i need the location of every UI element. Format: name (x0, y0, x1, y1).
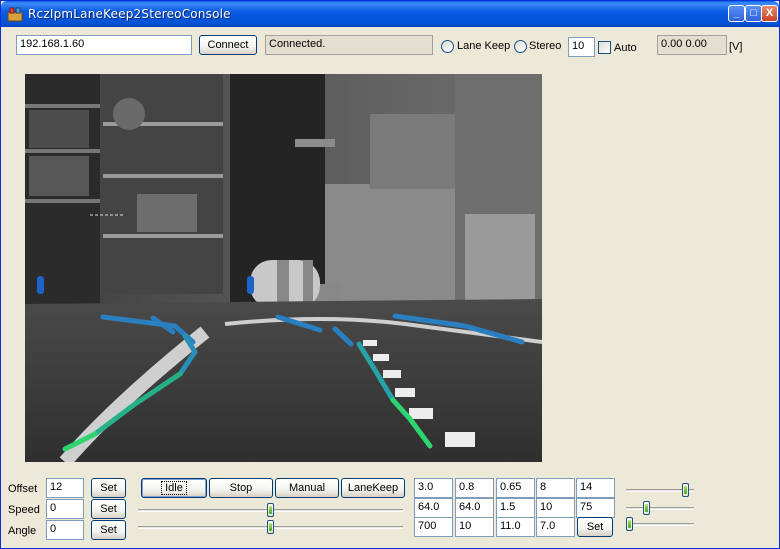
manual-button[interactable]: Manual (275, 478, 339, 498)
param-r1-c3[interactable]: 0.65 (496, 478, 535, 498)
close-button[interactable]: X (761, 5, 778, 22)
param-r2-c5[interactable]: 75 (576, 498, 615, 518)
param-slider-1[interactable] (626, 483, 694, 497)
speed-set-button[interactable]: Set (91, 499, 126, 519)
offset-label: Offset (8, 483, 38, 495)
minimize-button[interactable]: _ (728, 5, 745, 22)
lane-keep-label: Lane Keep (457, 40, 511, 52)
speed-label: Speed (8, 504, 40, 516)
param-slider-3[interactable] (626, 517, 694, 531)
param-r3-c1[interactable]: 700 (414, 517, 453, 537)
app-window: RczIpmLaneKeep2StereoConsole _ □ X 192.1… (0, 0, 780, 549)
angle-slider[interactable] (138, 520, 403, 534)
stereo-radio[interactable] (514, 40, 527, 53)
param-r2-c1[interactable]: 64.0 (414, 498, 453, 518)
frame-count-input[interactable]: 10 (568, 37, 595, 57)
connection-status: Connected. (265, 35, 433, 55)
maximize-button[interactable]: □ (745, 5, 762, 22)
ip-address-input[interactable]: 192.168.1.60 (16, 35, 192, 55)
offset-input[interactable]: 12 (46, 478, 84, 498)
window-title: RczIpmLaneKeep2StereoConsole (28, 7, 231, 21)
offset-set-button[interactable]: Set (91, 478, 126, 498)
param-r1-c5[interactable]: 14 (576, 478, 615, 498)
angle-input[interactable]: 0 (46, 520, 84, 540)
param-slider-2[interactable] (626, 501, 694, 515)
speed-input[interactable]: 0 (46, 499, 84, 519)
app-icon (7, 7, 23, 22)
angle-label: Angle (8, 525, 37, 537)
voltage-unit: [V] (729, 41, 743, 53)
param-r3-c2[interactable]: 10 (455, 517, 494, 537)
param-r2-c4[interactable]: 10 (536, 498, 575, 518)
param-r3-c4[interactable]: 7.0 (536, 517, 575, 537)
lanekeep-button[interactable]: LaneKeep (341, 478, 405, 498)
angle-slider-thumb[interactable] (267, 520, 274, 534)
connect-button[interactable]: Connect (199, 35, 257, 55)
voltage-readout: 0.00 0.00 (657, 35, 727, 55)
angle-set-button[interactable]: Set (91, 520, 126, 540)
param-r2-c3[interactable]: 1.5 (496, 498, 535, 518)
camera-view (25, 74, 542, 462)
param-slider-3-thumb[interactable] (626, 517, 633, 531)
idle-button[interactable]: Idle (141, 478, 207, 498)
left-marker (37, 276, 44, 294)
auto-label: Auto (614, 42, 637, 54)
auto-checkbox[interactable] (598, 41, 611, 54)
stop-button[interactable]: Stop (209, 478, 273, 498)
speed-slider[interactable] (138, 503, 403, 517)
param-slider-1-thumb[interactable] (682, 483, 689, 497)
param-r1-c2[interactable]: 0.8 (455, 478, 494, 498)
title-bar[interactable]: RczIpmLaneKeep2StereoConsole _ □ X (1, 1, 779, 27)
param-r1-c4[interactable]: 8 (536, 478, 575, 498)
lane-keep-radio[interactable] (441, 40, 454, 53)
params-set-button[interactable]: Set (577, 517, 613, 537)
stereo-label: Stereo (529, 40, 562, 52)
param-slider-2-thumb[interactable] (643, 501, 650, 515)
car-marker (247, 276, 254, 294)
speed-slider-thumb[interactable] (267, 503, 274, 517)
camera-image (25, 74, 542, 462)
idle-button-label: Idle (161, 481, 187, 495)
param-r1-c1[interactable]: 3.0 (414, 478, 453, 498)
param-r3-c3[interactable]: 11.0 (496, 517, 535, 537)
param-r2-c2[interactable]: 64.0 (455, 498, 494, 518)
